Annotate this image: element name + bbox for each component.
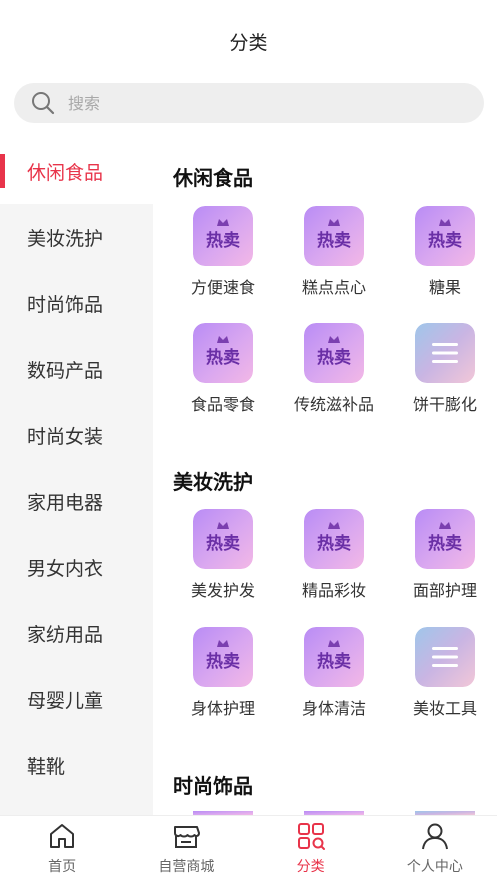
hot-sale-icon: 热卖 xyxy=(304,627,364,687)
grid-item[interactable]: 热卖 传统滋补品 xyxy=(279,323,389,415)
hot-sale-icon: 热卖 xyxy=(415,206,475,266)
sidebar-item-underwear[interactable]: 男女内衣 xyxy=(0,534,153,600)
grid-item[interactable]: 热卖 美发护发 xyxy=(168,509,278,601)
hot-badge: 热卖 xyxy=(317,533,351,554)
grid-item-label: 美发护发 xyxy=(190,581,255,600)
grid-item[interactable]: 热卖 糖果 xyxy=(390,206,497,298)
tab-label: 分类 xyxy=(296,859,325,875)
tab-store[interactable]: 自营商城 xyxy=(124,816,248,883)
search-bar[interactable] xyxy=(14,83,484,123)
home-icon xyxy=(50,824,75,848)
grid-item[interactable]: 饼干膨化 xyxy=(390,323,497,415)
hot-sale-icon: 热卖 xyxy=(193,323,253,383)
grid-item-label: 食品零食 xyxy=(190,395,255,414)
sidebar-item-shoes[interactable]: 鞋靴 xyxy=(0,732,153,798)
sidebar-item-label: 休闲食品 xyxy=(27,161,104,184)
sidebar-item-label: 鞋靴 xyxy=(27,755,66,778)
grid-item[interactable]: 热卖 糕点点心 xyxy=(279,206,389,298)
hot-badge: 热卖 xyxy=(317,230,351,251)
hot-badge: 热卖 xyxy=(206,347,240,368)
section-title: 美妆洗护 xyxy=(173,470,253,494)
header: 分类 xyxy=(0,0,497,80)
grid-item-label: 糖果 xyxy=(428,278,461,297)
sidebar-item-accessories[interactable]: 时尚饰品 xyxy=(0,270,153,336)
grid-item[interactable]: 热卖 精品彩妆 xyxy=(279,509,389,601)
hot-sale-icon: 热卖 xyxy=(193,206,253,266)
tab-profile[interactable]: 个人中心 xyxy=(373,816,497,883)
sidebar-item-beauty[interactable]: 美妆洗护 xyxy=(0,204,153,270)
sidebar-item-appliances[interactable]: 家用电器 xyxy=(0,468,153,534)
hot-badge: 热卖 xyxy=(317,651,351,672)
menu-icon xyxy=(415,323,475,383)
sidebar-item-label: 母婴儿童 xyxy=(27,689,104,712)
hot-sale-icon: 热卖 xyxy=(193,627,253,687)
sidebar-item-womens-wear[interactable]: 时尚女装 xyxy=(0,402,153,468)
grid-item-label: 方便速食 xyxy=(190,278,255,297)
grid-item[interactable]: 热卖 方便速食 xyxy=(168,206,278,298)
grid-item-label: 传统滋补品 xyxy=(293,395,374,414)
sidebar-item-home-textiles[interactable]: 家纺用品 xyxy=(0,600,153,666)
section-title: 时尚饰品 xyxy=(173,774,253,798)
user-icon xyxy=(421,823,448,850)
hot-sale-icon: 热卖 xyxy=(304,509,364,569)
grid-item-label: 面部护理 xyxy=(412,581,477,600)
grid-item[interactable]: 热卖 身体清洁 xyxy=(279,627,389,719)
tab-home[interactable]: 首页 xyxy=(0,816,124,883)
category-sidebar: 休闲食品 美妆洗护 时尚饰品 数码产品 时尚女装 家用电器 男女内衣 家纺用品 … xyxy=(0,138,153,815)
grid-item-label: 身体护理 xyxy=(190,699,255,718)
search-input[interactable] xyxy=(68,85,448,121)
grid-item-label: 美妆工具 xyxy=(412,699,477,718)
sidebar-item-snacks[interactable]: 休闲食品 xyxy=(0,138,153,204)
grid-item[interactable]: 热卖 身体护理 xyxy=(168,627,278,719)
hot-sale-icon: 热卖 xyxy=(415,509,475,569)
hot-badge: 热卖 xyxy=(428,230,462,251)
sidebar-item-baby[interactable]: 母婴儿童 xyxy=(0,666,153,732)
sidebar-item-digital[interactable]: 数码产品 xyxy=(0,336,153,402)
category-content: 休闲食品 热卖 方便速食 热卖 糕点点心 热卖 糖果 热卖 食品零食 热卖 传统… xyxy=(153,138,497,815)
hot-badge: 热卖 xyxy=(317,347,351,368)
grid-item-label: 糕点点心 xyxy=(301,278,366,297)
hot-badge: 热卖 xyxy=(428,533,462,554)
grid-item[interactable]: 热卖 食品零食 xyxy=(168,323,278,415)
tab-label: 自营商城 xyxy=(158,859,215,875)
section-title: 休闲食品 xyxy=(173,166,253,190)
category-icon xyxy=(297,823,325,850)
hot-badge: 热卖 xyxy=(206,230,240,251)
sidebar-item-label: 时尚饰品 xyxy=(27,293,104,316)
tab-category[interactable]: 分类 xyxy=(249,816,373,883)
tab-label: 首页 xyxy=(48,859,77,875)
page-title: 分类 xyxy=(229,32,268,54)
sidebar-item-label: 数码产品 xyxy=(27,359,104,382)
tab-label: 个人中心 xyxy=(406,859,463,875)
store-icon xyxy=(174,826,201,848)
grid-item[interactable]: 美妆工具 xyxy=(390,627,497,719)
grid-item[interactable]: 热卖 面部护理 xyxy=(390,509,497,601)
sidebar-item-label: 家用电器 xyxy=(27,491,104,514)
grid-item-label: 身体清洁 xyxy=(301,699,366,718)
sidebar-item-label: 美妆洗护 xyxy=(27,227,104,250)
hot-sale-icon: 热卖 xyxy=(304,206,364,266)
sidebar-item-label: 时尚女装 xyxy=(27,425,104,448)
hot-sale-icon: 热卖 xyxy=(304,323,364,383)
menu-icon xyxy=(415,627,475,687)
search-icon xyxy=(32,92,55,115)
grid-item-label: 饼干膨化 xyxy=(412,395,477,414)
hot-sale-icon: 热卖 xyxy=(193,509,253,569)
grid-item-label: 精品彩妆 xyxy=(301,581,366,600)
hot-badge: 热卖 xyxy=(206,651,240,672)
sidebar-item-label: 家纺用品 xyxy=(27,623,104,646)
sidebar-item-label: 男女内衣 xyxy=(27,557,104,580)
hot-badge: 热卖 xyxy=(206,533,240,554)
bottom-tabbar: 首页 自营商城 分类 个人中心 xyxy=(0,815,497,883)
